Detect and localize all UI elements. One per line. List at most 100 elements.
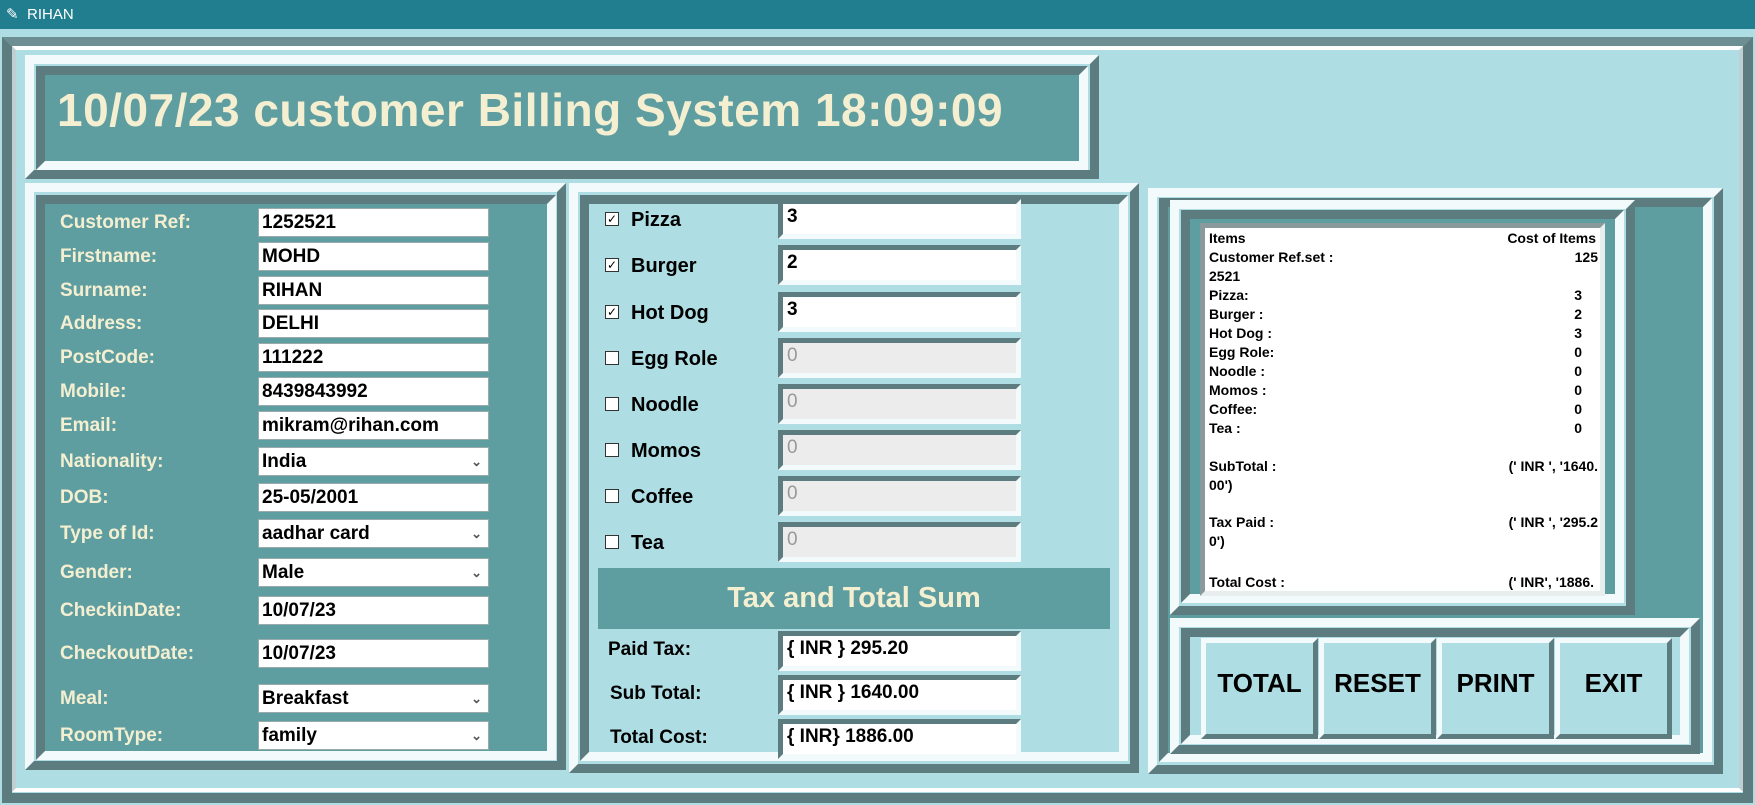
- item-label: Hot Dog: [631, 302, 709, 324]
- receipt-ref-label: Customer Ref.set :: [1209, 249, 1334, 265]
- customer-field-value: RIHAN: [262, 280, 323, 301]
- chevron-down-icon[interactable]: ⌄: [471, 448, 482, 475]
- item-checkbox[interactable]: ✓: [605, 258, 619, 272]
- item-quantity-input[interactable]: 3: [778, 199, 1021, 239]
- customer-field-input[interactable]: DELHI: [258, 309, 489, 338]
- item-label: Coffee: [631, 486, 694, 508]
- customer-field-value: 8439843992: [262, 381, 368, 402]
- receipt-line-label: Coffee:: [1209, 401, 1258, 417]
- customer-field-label: CheckinDate:: [60, 600, 182, 621]
- receipt-line-label: Burger :: [1209, 306, 1264, 322]
- customer-field-value: Male: [262, 562, 305, 583]
- customer-field-label: DOB:: [60, 487, 109, 508]
- customer-field-dropdown[interactable]: Male ⌄: [258, 558, 489, 587]
- item-label: Egg Role: [631, 348, 718, 370]
- customer-field-dropdown[interactable]: aadhar card ⌄: [258, 519, 489, 548]
- customer-field-label: Meal:: [60, 688, 109, 709]
- tax-heading-bar: Tax and Total Sum: [598, 568, 1110, 629]
- item-quantity-input[interactable]: 0: [778, 384, 1021, 424]
- receipt-line-label: Momos :: [1209, 382, 1267, 398]
- item-label: Pizza: [631, 209, 682, 231]
- item-quantity-input[interactable]: 2: [778, 245, 1021, 285]
- customer-field-value: 25-05/2001: [262, 487, 359, 508]
- header-time: 18:09:09: [814, 84, 1004, 136]
- chevron-down-icon[interactable]: ⌄: [471, 685, 482, 712]
- total-button[interactable]: TOTAL: [1201, 638, 1318, 739]
- customer-field-input[interactable]: mikram@rihan.com: [258, 411, 489, 440]
- item-label: Momos: [631, 440, 701, 462]
- item-quantity-input[interactable]: 0: [778, 522, 1021, 562]
- receipt-line-value: 2: [1574, 306, 1582, 322]
- paid-tax-field[interactable]: { INR } 295.20: [778, 631, 1021, 671]
- customer-field-dropdown[interactable]: family ⌄: [258, 721, 489, 750]
- item-checkbox[interactable]: ✓: [605, 305, 619, 319]
- chevron-down-icon[interactable]: ⌄: [471, 520, 482, 547]
- receipt-line-label: Hot Dog :: [1209, 325, 1272, 341]
- customer-field-value: India: [262, 451, 307, 472]
- customer-field-label: PostCode:: [60, 347, 155, 368]
- receipt-total-label: Total Cost :: [1209, 574, 1285, 590]
- feather-icon: ✎: [6, 6, 19, 23]
- window-titlebar: ✎ RIHAN: [0, 0, 1755, 29]
- receipt-ref-wrap: 2521: [1209, 268, 1241, 284]
- customer-field-dropdown[interactable]: India ⌄: [258, 447, 489, 476]
- customer-field-input[interactable]: 111222: [258, 343, 489, 372]
- receipt-tax-value: (' INR ', '295.2: [1508, 514, 1598, 530]
- receipt-line-label: Noodle :: [1209, 363, 1265, 379]
- customer-field-dropdown[interactable]: Breakfast ⌄: [258, 684, 489, 713]
- receipt-cost-header: Cost of Items: [1507, 230, 1596, 246]
- customer-field-label: RoomType:: [60, 725, 164, 746]
- reset-button[interactable]: RESET: [1319, 638, 1436, 739]
- print-button[interactable]: PRINT: [1437, 638, 1554, 739]
- customer-field-input[interactable]: 10/07/23: [258, 596, 489, 625]
- receipt-line-label: Tea :: [1209, 420, 1241, 436]
- item-checkbox[interactable]: [605, 489, 619, 503]
- total-cost-field[interactable]: { INR} 1886.00: [778, 719, 1021, 759]
- receipt-line-label: Pizza:: [1209, 287, 1249, 303]
- customer-field-value: 10/07/23: [262, 600, 336, 621]
- customer-field-input[interactable]: 25-05/2001: [258, 483, 489, 512]
- item-quantity-input[interactable]: 0: [778, 338, 1021, 378]
- item-checkbox[interactable]: [605, 397, 619, 411]
- receipt-subtotal-wrap: 00'): [1209, 477, 1233, 493]
- customer-field-input[interactable]: 8439843992: [258, 377, 489, 406]
- header-date: 10/07/23: [57, 84, 241, 136]
- customer-field-label: Type of Id:: [60, 523, 155, 544]
- header-title: 10/07/23 customer Billing System 18:09:0…: [57, 83, 1003, 137]
- receipt-line-value: 0: [1574, 382, 1582, 398]
- item-quantity-input[interactable]: 0: [778, 430, 1021, 470]
- customer-field-value: DELHI: [262, 313, 319, 334]
- tax-heading: Tax and Total Sum: [727, 582, 981, 614]
- item-checkbox[interactable]: [605, 443, 619, 457]
- customer-field-value: Breakfast: [262, 688, 349, 709]
- customer-field-input[interactable]: MOHD: [258, 242, 489, 271]
- customer-field-label: Mobile:: [60, 381, 127, 402]
- item-checkbox[interactable]: [605, 351, 619, 365]
- customer-field-label: Nationality:: [60, 451, 164, 472]
- customer-field-input[interactable]: 1252521: [258, 208, 489, 237]
- receipt-line-value: 3: [1574, 325, 1582, 341]
- exit-button[interactable]: EXIT: [1555, 638, 1672, 739]
- item-checkbox[interactable]: ✓: [605, 212, 619, 226]
- customer-field-value: family: [262, 725, 317, 746]
- receipt-text[interactable]: Items Cost of Items Customer Ref.set : 125 2…: [1200, 223, 1605, 596]
- customer-field-label: Firstname:: [60, 246, 158, 267]
- chevron-down-icon[interactable]: ⌄: [471, 722, 482, 749]
- item-checkbox[interactable]: [605, 535, 619, 549]
- receipt-tax-label: Tax Paid :: [1209, 514, 1275, 530]
- customer-field-value: 1252521: [262, 212, 336, 233]
- item-quantity-input[interactable]: 0: [778, 476, 1021, 516]
- customer-field-label: Surname:: [60, 280, 148, 301]
- header-text: customer Billing System: [253, 84, 802, 136]
- customer-field-label: Email:: [60, 415, 118, 436]
- receipt-subtotal-label: SubTotal :: [1209, 458, 1277, 474]
- chevron-down-icon[interactable]: ⌄: [471, 559, 482, 586]
- item-label: Tea: [631, 532, 664, 554]
- customer-field-value: MOHD: [262, 246, 321, 267]
- customer-field-value: mikram@rihan.com: [262, 415, 439, 436]
- customer-field-input[interactable]: RIHAN: [258, 276, 489, 305]
- customer-field-label: Gender:: [60, 562, 133, 583]
- customer-field-input[interactable]: 10/07/23: [258, 639, 489, 668]
- sub-total-field[interactable]: { INR } 1640.00: [778, 675, 1021, 715]
- item-quantity-input[interactable]: 3: [778, 292, 1021, 332]
